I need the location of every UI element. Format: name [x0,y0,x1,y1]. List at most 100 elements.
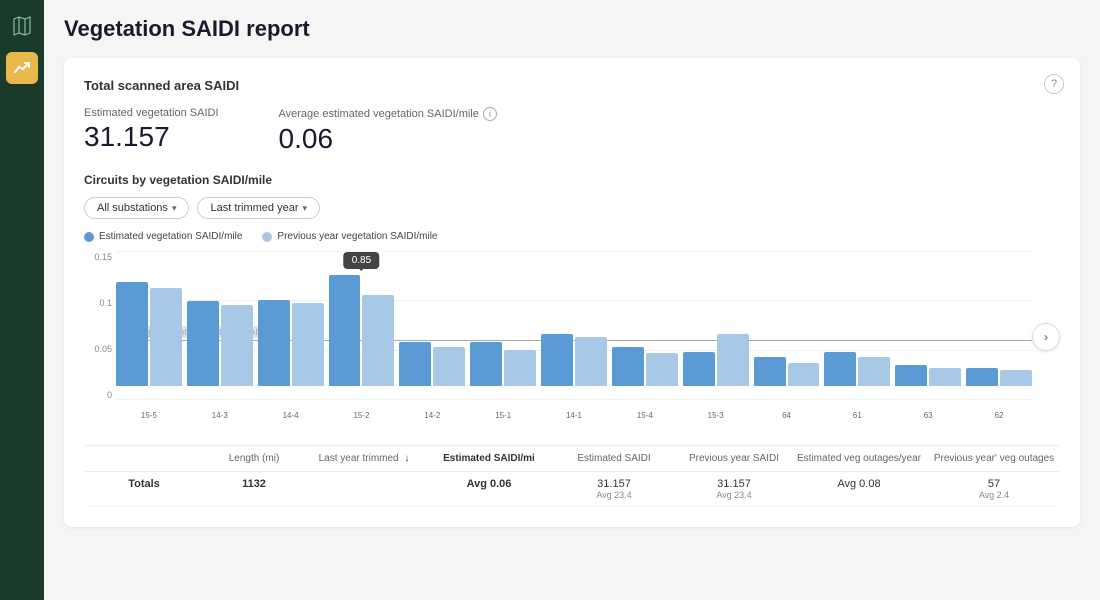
help-icon[interactable]: ? [1044,74,1064,94]
bar-dark[interactable] [187,301,219,386]
bar-label: 14-4 [283,411,299,420]
bar-light[interactable] [150,288,182,386]
avg-saidi-metric: Average estimated vegetation SAIDI/mile … [279,107,497,155]
bar-dark[interactable] [399,342,431,386]
bar-dark[interactable] [966,368,998,386]
bar-label: 15-5 [141,411,157,420]
table-header-row: Length (mi) Last year trimmed ↓ Estimate… [84,446,1060,472]
grid-line-top [116,251,1032,252]
bar-light[interactable] [362,295,394,386]
bar-group: 14-2 [399,342,465,402]
th-prev-veg-outages: Previous year' veg outages [924,452,1064,465]
avg-saidi-value: 0.06 [279,123,497,155]
filter-year[interactable]: Last trimmed year ▾ [197,197,320,219]
bar-group: 15-5 [116,282,182,402]
bar-label: 64 [782,411,791,420]
bar-light[interactable] [221,305,253,386]
main-content: Vegetation SAIDI report ? Total scanned … [44,0,1100,600]
th-estimated-saidi-mi: Estimated SAIDI/mi [424,452,554,465]
bar-dark[interactable] [470,342,502,386]
legend-estimated: Estimated vegetation SAIDI/mile [84,231,242,242]
th-est-veg-outages: Estimated veg outages/year [794,452,924,465]
bar-light[interactable] [575,337,607,386]
bar-tooltip: 0.85 [344,252,379,269]
y-label-zero: 0 [84,390,112,400]
bar-group: 14-4 [258,300,324,402]
estimated-saidi-metric: Estimated vegetation SAIDI 31.157 [84,107,219,155]
bar-light[interactable] [858,357,890,386]
bar-light[interactable] [646,353,678,386]
estimated-saidi-label: Estimated vegetation SAIDI [84,107,219,119]
bar-group: 61 [824,352,890,402]
bar-dark[interactable] [895,365,927,386]
next-button[interactable]: › [1032,323,1060,351]
estimated-saidi-value: 31.157 [84,121,219,153]
totals-label: Totals [84,478,204,500]
y-label-low: 0.05 [84,344,112,354]
y-axis: 0.15 0.1 0.05 0 [84,252,112,400]
bar-label: 15-2 [353,411,369,420]
th-last-year: Last year trimmed ↓ [304,452,424,465]
bar-group: 15-3 [683,334,749,402]
bar-label: 15-1 [495,411,511,420]
legend-estimated-dot [84,232,94,242]
bar-dark[interactable] [683,352,715,386]
bar-group: 63 [895,365,961,402]
sidebar [0,0,44,600]
bar-light[interactable] [504,350,536,386]
bar-light[interactable] [717,334,749,386]
circuits-section: Circuits by vegetation SAIDI/mile All su… [84,173,1060,507]
legend-previous-dot [262,232,272,242]
chart-container: 0.15 0.1 0.05 0 Average estimated vege [84,252,1060,437]
avg-saidi-label-row: Average estimated vegetation SAIDI/mile … [279,107,497,121]
bar-group: 15-4 [612,347,678,402]
bar-group: 15-20.85 [329,275,395,402]
totals-row: Totals 1132 Avg 0.06 31.157 Avg 23.4 31.… [84,472,1060,507]
avg-saidi-label: Average estimated vegetation SAIDI/mile [279,108,479,120]
chart-area: 0.15 0.1 0.05 0 Average estimated vege [84,252,1060,422]
bar-dark[interactable] [258,300,290,386]
bar-dark[interactable] [541,334,573,386]
th-estimated-saidi: Estimated SAIDI [554,452,674,465]
totals-prev-veg: 57 Avg 2.4 [924,478,1064,500]
bar-light[interactable] [1000,370,1032,386]
filter-substations-label: All substations [97,202,168,214]
bar-dark[interactable] [116,282,148,386]
bar-group: 14-1 [541,334,607,402]
sidebar-trend-icon[interactable] [6,52,38,84]
th-length: Length (mi) [204,452,304,465]
th-prev-year-saidi: Previous year SAIDI [674,452,794,465]
bar-label: 14-1 [566,411,582,420]
bar-light[interactable] [292,303,324,386]
bar-dark[interactable] [754,357,786,386]
legend-estimated-label: Estimated vegetation SAIDI/mile [99,231,242,242]
totals-length: 1132 [204,478,304,500]
totals-last-year [304,478,424,500]
bar-light[interactable] [433,347,465,386]
filter-year-label: Last trimmed year [210,202,298,214]
sidebar-map-icon[interactable] [8,12,36,40]
avg-saidi-info-icon[interactable]: i [483,107,497,121]
bar-label: 15-3 [708,411,724,420]
bar-light[interactable] [929,368,961,386]
bar-label: 15-4 [637,411,653,420]
totals-est-saidi: 31.157 Avg 23.4 [554,478,674,500]
data-table: Length (mi) Last year trimmed ↓ Estimate… [84,445,1060,507]
filters-row: All substations ▾ Last trimmed year ▾ [84,197,1060,219]
filter-substations[interactable]: All substations ▾ [84,197,189,219]
bar-group: 15-1 [470,342,536,402]
bar-dark[interactable] [612,347,644,386]
bar-label: 14-2 [424,411,440,420]
summary-card-title: Total scanned area SAIDI [84,78,1060,93]
y-label-max: 0.15 [84,252,112,262]
bar-dark[interactable] [329,275,361,386]
bars-container: 15-514-314-415-20.8514-215-114-115-415-3… [116,275,1032,422]
legend-previous-label: Previous year vegetation SAIDI/mile [277,231,437,242]
totals-est-saidi-mi: Avg 0.06 [424,478,554,500]
bar-group: 14-3 [187,301,253,402]
bar-dark[interactable] [824,352,856,386]
bar-label: 61 [853,411,862,420]
sort-arrow-icon[interactable]: ↓ [404,453,409,464]
metrics-row: Estimated vegetation SAIDI 31.157 Averag… [84,107,1060,155]
bar-light[interactable] [788,363,820,386]
